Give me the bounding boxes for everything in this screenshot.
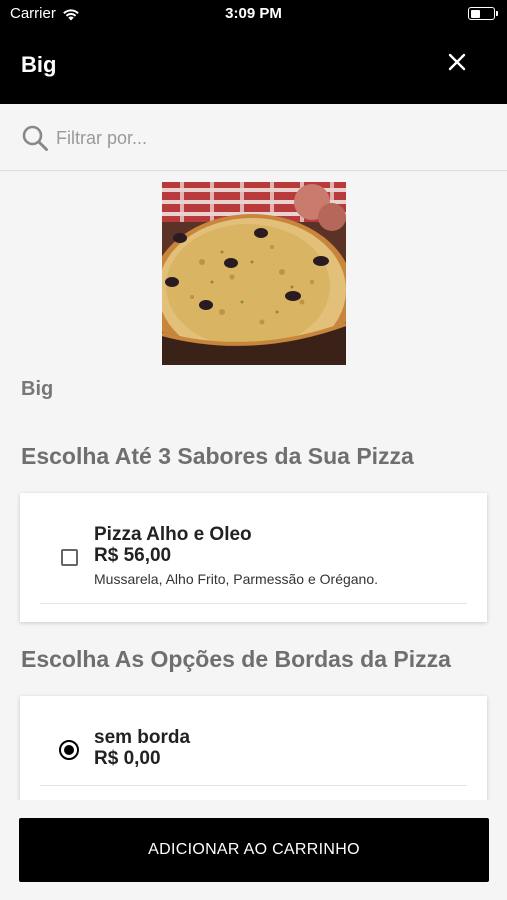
option-name: sem borda [94,727,191,748]
close-icon[interactable] [445,50,469,74]
pizza-illustration [162,182,346,365]
section-title-flavors: Escolha Até 3 Sabores da Sua Pizza [21,443,414,469]
option-price: R$ 56,00 [94,545,172,566]
search-icon [22,125,48,151]
border-radio[interactable] [59,740,79,760]
status-bar: Carrier 3:09 PM [0,0,507,28]
product-name: Big [21,378,54,400]
status-time: 3:09 PM [225,5,282,22]
border-options-card: sem borda R$ 0,00 [20,696,487,816]
divider [40,603,467,604]
option-description: Mussarela, Alho Frito, Parmessão e Oréga… [94,571,379,587]
add-to-cart-button[interactable]: ADICIONAR AO CARRINHO [19,818,489,882]
pizza-photo [162,182,346,365]
option-name: Pizza Alho e Oleo [94,524,252,545]
nav-bar: Big [0,28,507,104]
battery-level [470,9,480,18]
battery-icon [468,7,498,20]
search-input[interactable] [56,122,476,154]
flavor-checkbox[interactable] [61,549,78,566]
search-bar [0,104,507,171]
page-title: Big [21,52,57,77]
flavor-options-card: Pizza Alho e Oleo R$ 56,00 Mussarela, Al… [20,493,487,622]
section-title-borders: Escolha As Opções de Bordas da Pizza [21,646,451,672]
divider [40,785,467,786]
radio-selected-dot [64,745,74,755]
option-price: R$ 0,00 [94,748,161,769]
